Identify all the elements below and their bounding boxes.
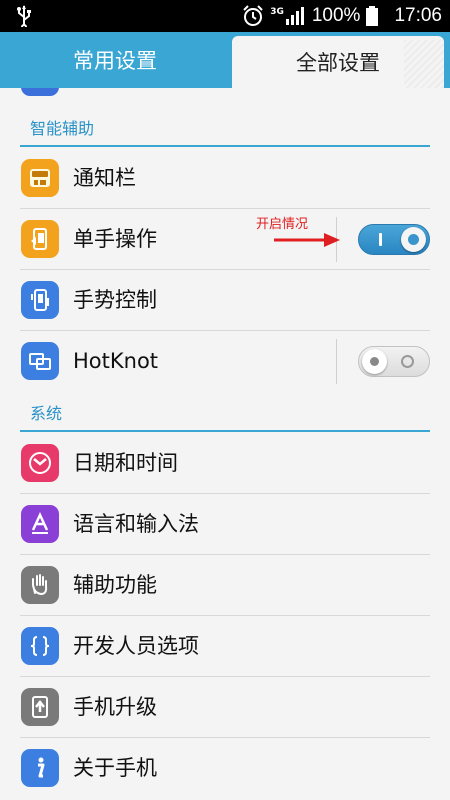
settings-item-notification-bar[interactable]: 通知栏 bbox=[20, 148, 430, 209]
item-label: 手机升级 bbox=[73, 695, 157, 719]
usb-icon bbox=[17, 5, 31, 27]
toggle-on-mark bbox=[379, 233, 382, 246]
settings-item-hotknot[interactable]: HotKnot bbox=[20, 331, 430, 392]
item-label: 日期和时间 bbox=[73, 451, 178, 475]
tab-all-label: 全部设置 bbox=[296, 51, 380, 75]
settings-item-one-hand[interactable]: 单手操作 bbox=[20, 209, 430, 270]
battery-percent: 100% bbox=[311, 5, 361, 26]
section-title: 智能辅助 bbox=[30, 119, 95, 138]
signal-icon bbox=[285, 7, 304, 25]
toggle-knob bbox=[362, 349, 387, 374]
status-bar: 3G 100% 17:06 bbox=[0, 0, 450, 32]
notification-bar-icon bbox=[21, 159, 59, 197]
settings-item-date-time[interactable]: 日期和时间 bbox=[20, 433, 430, 494]
settings-item-about-phone[interactable]: 关于手机 bbox=[20, 738, 430, 799]
settings-item-accessibility[interactable]: 辅助功能 bbox=[20, 555, 430, 616]
item-label: 单手操作 bbox=[73, 227, 157, 251]
tab-common-settings[interactable]: 常用设置 bbox=[0, 32, 230, 88]
tab-all-settings[interactable]: 全部设置 bbox=[232, 36, 444, 88]
section-header-system: 系统 bbox=[20, 398, 430, 432]
alarm-icon bbox=[243, 5, 263, 26]
annotation-arrow-icon bbox=[274, 233, 340, 247]
hotknot-icon bbox=[21, 342, 59, 380]
info-icon bbox=[21, 749, 59, 787]
network-type: 3G bbox=[270, 7, 284, 17]
item-label: 开发人员选项 bbox=[73, 634, 199, 658]
one-hand-toggle[interactable] bbox=[358, 224, 430, 255]
item-label: 手势控制 bbox=[73, 288, 157, 312]
section-title: 系统 bbox=[30, 404, 63, 423]
item-label: 语言和输入法 bbox=[73, 512, 199, 536]
toggle-off-mark bbox=[401, 355, 414, 368]
settings-item-developer-options[interactable]: 开发人员选项 bbox=[20, 616, 430, 677]
gesture-icon bbox=[21, 281, 59, 319]
section-header-smart-assist: 智能辅助 bbox=[20, 113, 430, 147]
upgrade-icon bbox=[21, 688, 59, 726]
item-label: HotKnot bbox=[73, 349, 159, 373]
language-icon bbox=[21, 505, 59, 543]
tab-common-label: 常用设置 bbox=[73, 49, 157, 73]
one-hand-icon bbox=[21, 220, 59, 258]
settings-tab-bar: 常用设置 全部设置 bbox=[0, 32, 450, 88]
settings-item-gesture[interactable]: 手势控制 bbox=[20, 270, 430, 331]
annotation-note: 开启情况 bbox=[256, 217, 309, 232]
hotknot-toggle[interactable] bbox=[358, 346, 430, 377]
clock-icon bbox=[21, 444, 59, 482]
scrolled-item-icon bbox=[21, 88, 59, 96]
item-label: 关于手机 bbox=[73, 756, 157, 780]
clock-time: 17:06 bbox=[394, 5, 442, 26]
braces-icon bbox=[21, 627, 59, 665]
item-label: 通知栏 bbox=[73, 166, 136, 190]
item-label: 辅助功能 bbox=[73, 573, 157, 597]
battery-icon bbox=[366, 6, 379, 26]
hand-icon bbox=[21, 566, 59, 604]
row-divider bbox=[336, 339, 337, 384]
settings-item-language-input[interactable]: 语言和输入法 bbox=[20, 494, 430, 555]
toggle-knob bbox=[401, 227, 426, 252]
settings-list[interactable]: 智能辅助 通知栏 单手操作 手势控制 HotKnot 系统 日期和时间 语言和输… bbox=[0, 88, 450, 800]
settings-item-phone-upgrade[interactable]: 手机升级 bbox=[20, 677, 430, 738]
